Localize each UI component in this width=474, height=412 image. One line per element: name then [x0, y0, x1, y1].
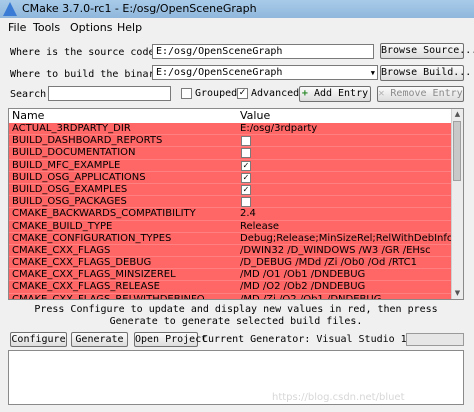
row-name: BUILD_OSG_PACKAGES	[12, 196, 127, 208]
row-value[interactable]: /MD /O2 /Ob2 /DNDEBUG	[240, 281, 365, 292]
build-path-combobox[interactable]: E:/osg/OpenSceneGraph ▼	[152, 65, 378, 80]
table-row[interactable]: BUILD_OSG_EXAMPLES ✓	[9, 183, 454, 197]
row-name: CMAKE_CONFIGURATION_TYPES	[12, 232, 172, 244]
vertical-scrollbar[interactable]: ▲ ▼	[451, 109, 463, 299]
configure-button[interactable]: Configure	[10, 332, 67, 347]
menu-tools[interactable]: Tools	[33, 21, 60, 34]
info-message: Press Configure to update and display ne…	[34, 304, 438, 327]
generate-button[interactable]: Generate	[71, 332, 128, 347]
row-value-checkbox[interactable]: ✓	[241, 172, 251, 183]
scrollbar-thumb[interactable]	[453, 121, 461, 181]
table-row[interactable]: CMAKE_CXX_FLAGS/DWIN32 /D_WINDOWS /W3 /G…	[9, 244, 454, 258]
remove-icon: ✕	[378, 88, 385, 99]
search-input[interactable]	[48, 86, 171, 101]
advanced-label: Advanced	[251, 88, 300, 99]
table-row[interactable]: BUILD_DASHBOARD_REPORTS	[9, 135, 454, 148]
table-row[interactable]: BUILD_MFC_EXAMPLE ✓	[9, 159, 454, 172]
table-row[interactable]: CMAKE_CXX_FLAGS_MINSIZEREL/MD /O1 /Ob1 /…	[9, 269, 454, 282]
row-value[interactable]: /MD /Zi /O2 /Ob1 /DNDEBUG	[240, 294, 381, 299]
plus-icon: +	[301, 88, 308, 99]
grouped-checkbox[interactable]	[181, 88, 192, 99]
menu-bar: File Tools Options Help	[0, 18, 474, 36]
row-name: BUILD_DASHBOARD_REPORTS	[12, 135, 163, 147]
row-name: CMAKE_CXX_FLAGS	[12, 244, 111, 256]
remove-entry-label: Remove Entry	[390, 88, 463, 99]
window-title: CMake 3.7.0-rc1 - E:/osg/OpenSceneGraph	[22, 2, 257, 15]
row-value[interactable]: E:/osg/3rdparty	[240, 123, 317, 134]
table-row[interactable]: CMAKE_CXX_FLAGS_RELEASE/MD /O2 /Ob2 /DND…	[9, 281, 454, 294]
title-bar: CMake 3.7.0-rc1 - E:/osg/OpenSceneGraph	[0, 0, 474, 18]
browse-build-button[interactable]: Browse Build...	[380, 65, 471, 81]
table-row[interactable]: CMAKE_CONFIGURATION_TYPES Debug;Release;M…	[9, 232, 454, 245]
row-name: CMAKE_BACKWARDS_COMPATIBILITY	[12, 208, 196, 220]
open-project-button[interactable]: Open Project	[134, 332, 207, 347]
table-row[interactable]: BUILD_OSG_APPLICATIONS ✓	[9, 171, 454, 184]
advanced-checkbox[interactable]: ✓	[237, 88, 248, 99]
row-name: ACTUAL_3RDPARTY_DIR	[12, 123, 131, 134]
table-row[interactable]: CMAKE_CXX_FLAGS_DEBUG/D_DEBUG /MDd /Zi /…	[9, 257, 454, 270]
row-name: BUILD_OSG_APPLICATIONS	[12, 171, 146, 183]
row-name: CMAKE_CXX_FLAGS_DEBUG	[12, 257, 152, 269]
row-name: BUILD_OSG_EXAMPLES	[12, 183, 128, 195]
scroll-down-icon[interactable]: ▼	[452, 288, 463, 299]
row-value[interactable]: /D_DEBUG /MDd /Zi /Ob0 /Od /RTC1	[240, 257, 417, 268]
table-header: Name Value	[9, 109, 454, 124]
table-row[interactable]: CMAKE_BUILD_TYPE Release	[9, 220, 454, 233]
row-name: CMAKE_CXX_FLAGS_MINSIZEREL	[12, 269, 176, 281]
row-value[interactable]: /DWIN32 /D_WINDOWS /W3 /GR /EHsc	[240, 245, 431, 256]
table-row[interactable]: CMAKE_BACKWARDS_COMPATIBILITY 2.4	[9, 208, 454, 221]
cache-table: Name Value ACTUAL_3RDPARTY_DIR E:/osg/3rd…	[8, 108, 464, 300]
menu-file[interactable]: File	[8, 21, 26, 34]
table-body: ACTUAL_3RDPARTY_DIR E:/osg/3rdparty BUILD_…	[9, 123, 454, 300]
row-value[interactable]: /MD /O1 /Ob1 /DNDEBUG	[240, 269, 365, 280]
browse-source-button[interactable]: Browse Source...	[380, 43, 474, 59]
scroll-up-icon[interactable]: ▲	[452, 109, 463, 120]
row-value-checkbox[interactable]	[241, 148, 251, 159]
grouped-label: Grouped	[195, 88, 238, 99]
menu-help[interactable]: Help	[117, 21, 142, 34]
row-name: BUILD_MFC_EXAMPLE	[12, 159, 121, 171]
chevron-down-icon[interactable]: ▼	[371, 66, 375, 79]
column-header-name[interactable]: Name	[12, 109, 44, 123]
cmake-app-icon	[3, 2, 17, 16]
row-name: CMAKE_CXX_FLAGS_RELEASE	[12, 281, 160, 293]
table-row[interactable]: BUILD_DOCUMENTATION	[9, 147, 454, 160]
source-path-input[interactable]: E:/osg/OpenSceneGraph	[152, 44, 374, 59]
row-name: CMAKE_BUILD_TYPE	[12, 220, 113, 232]
column-header-value[interactable]: Value	[240, 109, 270, 123]
menu-options[interactable]: Options	[70, 21, 112, 34]
row-value[interactable]: Debug;Release;MinSizeRel;RelWithDebInfo	[240, 233, 453, 244]
table-row[interactable]: CMAKE_CXX_FLAGS_RELWITHDEBINFO/MD /Zi /O…	[9, 293, 454, 300]
row-value-checkbox[interactable]: ✓	[241, 184, 251, 195]
add-entry-label: Add Entry	[313, 88, 369, 99]
row-value-checkbox[interactable]	[241, 197, 251, 208]
source-label: Where is the source code:	[10, 47, 161, 58]
row-value-checkbox[interactable]: ✓	[241, 160, 251, 171]
table-row[interactable]: BUILD_OSG_PACKAGES	[9, 196, 454, 209]
row-value-checkbox[interactable]	[241, 136, 251, 147]
table-row[interactable]: ACTUAL_3RDPARTY_DIR E:/osg/3rdparty	[9, 123, 454, 136]
progress-bar	[406, 333, 464, 346]
row-value[interactable]: Release	[240, 221, 279, 232]
remove-entry-button[interactable]: ✕ Remove Entry	[377, 86, 464, 102]
row-name: BUILD_DOCUMENTATION	[12, 147, 136, 159]
row-value[interactable]: 2.4	[240, 208, 256, 219]
build-path-value: E:/osg/OpenSceneGraph	[156, 67, 283, 78]
search-label: Search:	[10, 89, 53, 100]
add-entry-button[interactable]: + Add Entry	[299, 86, 371, 102]
row-name: CMAKE_CXX_FLAGS_RELWITHDEBINFO	[12, 293, 205, 300]
watermark-text: https://blog.csdn.net/bluet	[272, 392, 405, 403]
